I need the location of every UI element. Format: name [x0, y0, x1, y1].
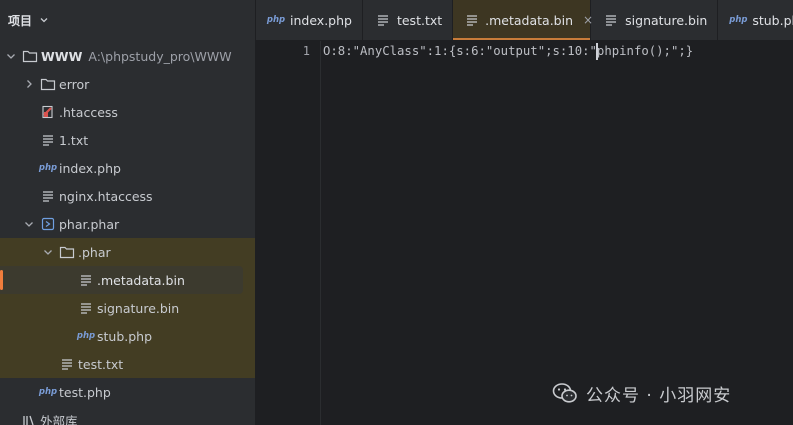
folder-icon	[40, 76, 56, 92]
tree-item-label: .metadata.bin	[97, 272, 185, 288]
tree-item-metadata-bin[interactable]: .metadata.bin	[0, 266, 255, 294]
tree-item-label: test.php	[59, 384, 111, 400]
tab-metadata-bin[interactable]: .metadata.bin ×	[453, 0, 593, 40]
text-caret	[596, 43, 598, 60]
text-file-icon	[465, 12, 479, 28]
tab-label: test.txt	[396, 12, 443, 28]
php-file-icon: php	[266, 15, 286, 25]
text-file-icon	[40, 188, 56, 204]
tree-item-label: 1.txt	[59, 132, 89, 148]
tree-item-index-php[interactable]: php index.php	[0, 154, 255, 182]
tree-item-nginx-htaccess[interactable]: nginx.htaccess	[0, 182, 255, 210]
php-file-icon: php	[76, 331, 96, 341]
project-panel-title: 项目	[8, 13, 33, 28]
folder-icon	[22, 48, 38, 64]
tree-item-external-libraries[interactable]: 外部库	[0, 406, 255, 425]
line-number: 1	[302, 44, 310, 58]
archive-icon	[40, 216, 56, 232]
tree-item-path: A:\phpstudy_pro\WWW	[88, 48, 232, 64]
chevron-down-icon[interactable]	[23, 218, 35, 230]
tab-label: stub.php	[752, 12, 793, 28]
text-file-icon	[78, 300, 94, 316]
htaccess-icon	[40, 104, 56, 120]
tree-item-signature-bin[interactable]: signature.bin	[0, 294, 255, 322]
tab-label: .metadata.bin	[485, 12, 574, 28]
tab-index-php[interactable]: php index.php	[256, 0, 363, 40]
tree-item-www[interactable]: WWW A:\phpstudy_pro\WWW	[0, 42, 255, 70]
tree-item-stub-php[interactable]: php stub.php	[0, 322, 255, 350]
tab-stub-php[interactable]: php stub.php	[718, 0, 793, 40]
text-file-icon	[59, 356, 75, 372]
tree-item-label: test.txt	[78, 356, 124, 372]
project-panel-header[interactable]: 项目	[0, 0, 255, 40]
project-panel: 项目 WWW A:\phpstudy_pro\WWW error .htacce…	[0, 0, 256, 425]
code-editor[interactable]: 1 O:8:"AnyClass":1:{s:6:"output";s:10:"p…	[256, 41, 793, 425]
wechat-icon	[552, 383, 577, 403]
tab-test-txt[interactable]: test.txt	[363, 0, 454, 40]
library-icon	[21, 412, 37, 425]
text-file-icon	[78, 272, 94, 288]
editor-tab-bar: php index.php test.txt .metadata.bin × s…	[256, 0, 793, 41]
php-file-icon: php	[38, 163, 58, 173]
tree-item-label: 外部库	[40, 413, 78, 425]
tree-item-test-php[interactable]: php test.php	[0, 378, 255, 406]
chevron-down-icon[interactable]	[5, 50, 17, 62]
line-number-gutter: 1	[256, 41, 321, 425]
tree-item-label: index.php	[59, 160, 121, 176]
tree-item-test-txt[interactable]: test.txt	[0, 350, 255, 378]
watermark: 公众号 · 小羽网安	[552, 378, 731, 408]
code-line[interactable]: O:8:"AnyClass":1:{s:6:"output";s:10:"php…	[323, 44, 693, 58]
tree-item-phar-folder[interactable]: .phar	[0, 238, 255, 266]
tree-item-label: error	[59, 76, 90, 92]
tree-item-label: .htaccess	[59, 104, 118, 120]
folder-icon	[59, 244, 75, 260]
watermark-text: 公众号 · 小羽网安	[586, 385, 732, 406]
tab-label: index.php	[290, 12, 352, 28]
tree-item-label: WWW	[41, 48, 83, 64]
text-file-icon	[375, 12, 391, 28]
tree-item-error[interactable]: error	[0, 70, 255, 98]
tree-item-label: phar.phar	[59, 216, 120, 232]
tree-item-label: .phar	[78, 244, 111, 260]
chevron-down-icon[interactable]	[42, 246, 54, 258]
tree-item-label: signature.bin	[97, 300, 180, 316]
php-file-icon: php	[729, 15, 748, 25]
ide-window: 项目 WWW A:\phpstudy_pro\WWW error .htacce…	[0, 0, 793, 425]
text-file-icon	[603, 12, 619, 28]
tree-item-phar-phar[interactable]: phar.phar	[0, 210, 255, 238]
chevron-right-icon[interactable]	[23, 78, 35, 90]
tab-signature-bin[interactable]: signature.bin	[591, 0, 719, 40]
tab-label: signature.bin	[625, 12, 708, 28]
tree-item-label: nginx.htaccess	[59, 188, 153, 204]
php-file-icon: php	[38, 387, 58, 397]
tree-item-label: stub.php	[97, 328, 153, 344]
tree-item-1-txt[interactable]: 1.txt	[0, 126, 255, 154]
text-file-icon	[40, 132, 56, 148]
chevron-down-icon[interactable]	[38, 14, 50, 26]
tree-item-htaccess[interactable]: .htaccess	[0, 98, 255, 126]
